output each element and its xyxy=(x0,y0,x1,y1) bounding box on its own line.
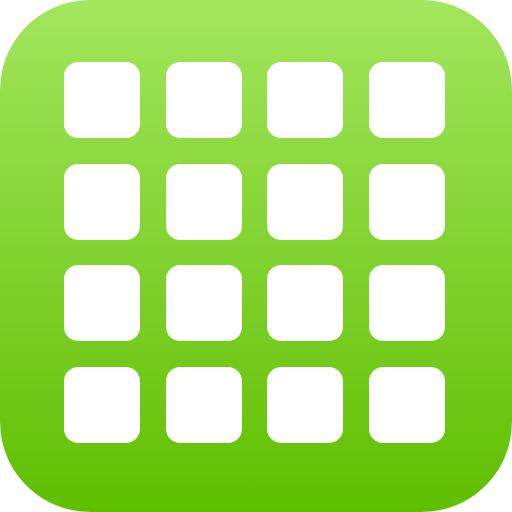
grid-tile xyxy=(267,163,343,240)
grid-tile xyxy=(64,265,140,341)
grid-tile xyxy=(267,265,343,341)
grid-tile xyxy=(165,163,242,240)
grid-tile xyxy=(368,366,445,443)
grid-tile xyxy=(368,62,445,138)
grid-tile xyxy=(368,163,445,240)
grid-tile xyxy=(64,366,140,443)
grid-tile xyxy=(64,163,140,240)
grid-tile xyxy=(165,62,242,138)
grid-tile xyxy=(165,366,242,443)
grid-tile xyxy=(64,62,140,138)
grid-tile xyxy=(165,265,242,341)
grid-tile xyxy=(267,62,343,138)
grid-tile xyxy=(368,265,445,341)
app-icon[interactable] xyxy=(0,0,512,512)
grid-tile xyxy=(267,366,343,443)
